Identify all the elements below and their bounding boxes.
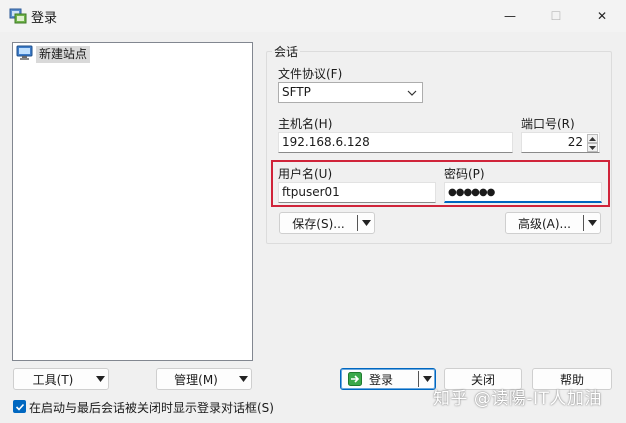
watermark-text: 知乎 @读陽-IT人加油 (433, 389, 602, 409)
port-value: 22 (567, 135, 583, 149)
spin-up-icon[interactable] (587, 134, 598, 143)
site-tree[interactable]: 新建站点 (12, 42, 253, 361)
tree-item-new-site[interactable]: 新建站点 (16, 45, 91, 64)
manage-dropdown-icon (235, 376, 251, 382)
session-group-title: 会话 (272, 43, 301, 60)
show-login-dialog-checkbox[interactable] (13, 400, 26, 413)
login-dropdown-icon[interactable] (419, 376, 435, 382)
tools-button-label: 工具(T) (32, 372, 74, 387)
protocol-label: 文件协议(F) (278, 67, 343, 81)
host-input[interactable]: 192.168.6.128 (278, 132, 513, 153)
password-label: 密码(P) (444, 167, 485, 181)
protocol-select[interactable]: SFTP (278, 82, 423, 103)
tree-item-label: 新建站点 (36, 45, 91, 63)
manage-button[interactable]: 管理(M) (156, 368, 252, 390)
username-label: 用户名(U) (278, 167, 333, 181)
tools-button[interactable]: 工具(T) (13, 368, 109, 390)
minimize-button[interactable]: — (487, 0, 533, 32)
save-button[interactable]: 保存(S)... (279, 212, 375, 234)
login-button-label: 登录 (369, 372, 394, 387)
show-login-dialog-label[interactable]: 在启动与最后会话被关闭时显示登录对话框(S) (29, 399, 274, 416)
port-label: 端口号(R) (521, 117, 575, 131)
username-input[interactable]: ftpuser01 (278, 182, 436, 203)
checkmark-icon (15, 403, 24, 411)
manage-button-label: 管理(M) (174, 372, 218, 387)
host-label: 主机名(H) (278, 117, 333, 131)
chevron-down-icon (407, 86, 417, 105)
spin-down-icon[interactable] (587, 143, 598, 152)
winscp-app-icon (9, 7, 27, 25)
login-button[interactable]: 登录 (340, 368, 436, 390)
password-input[interactable]: ●●●●●● (444, 182, 602, 203)
save-dropdown-icon[interactable] (358, 220, 374, 226)
window-title: 登录 (31, 11, 58, 26)
tools-dropdown-icon (92, 376, 108, 382)
protocol-value: SFTP (282, 85, 311, 99)
port-input[interactable]: 22 (521, 132, 600, 153)
close-window-button[interactable]: ✕ (579, 0, 625, 32)
advanced-dropdown-icon[interactable] (584, 220, 600, 226)
save-button-label: 保存(S)... (292, 216, 345, 231)
advanced-button-label: 高级(A)... (517, 216, 572, 231)
monitor-icon (16, 45, 33, 64)
maximize-button[interactable]: ☐ (533, 0, 579, 32)
advanced-button[interactable]: 高级(A)... (505, 212, 601, 234)
login-icon (341, 372, 369, 386)
